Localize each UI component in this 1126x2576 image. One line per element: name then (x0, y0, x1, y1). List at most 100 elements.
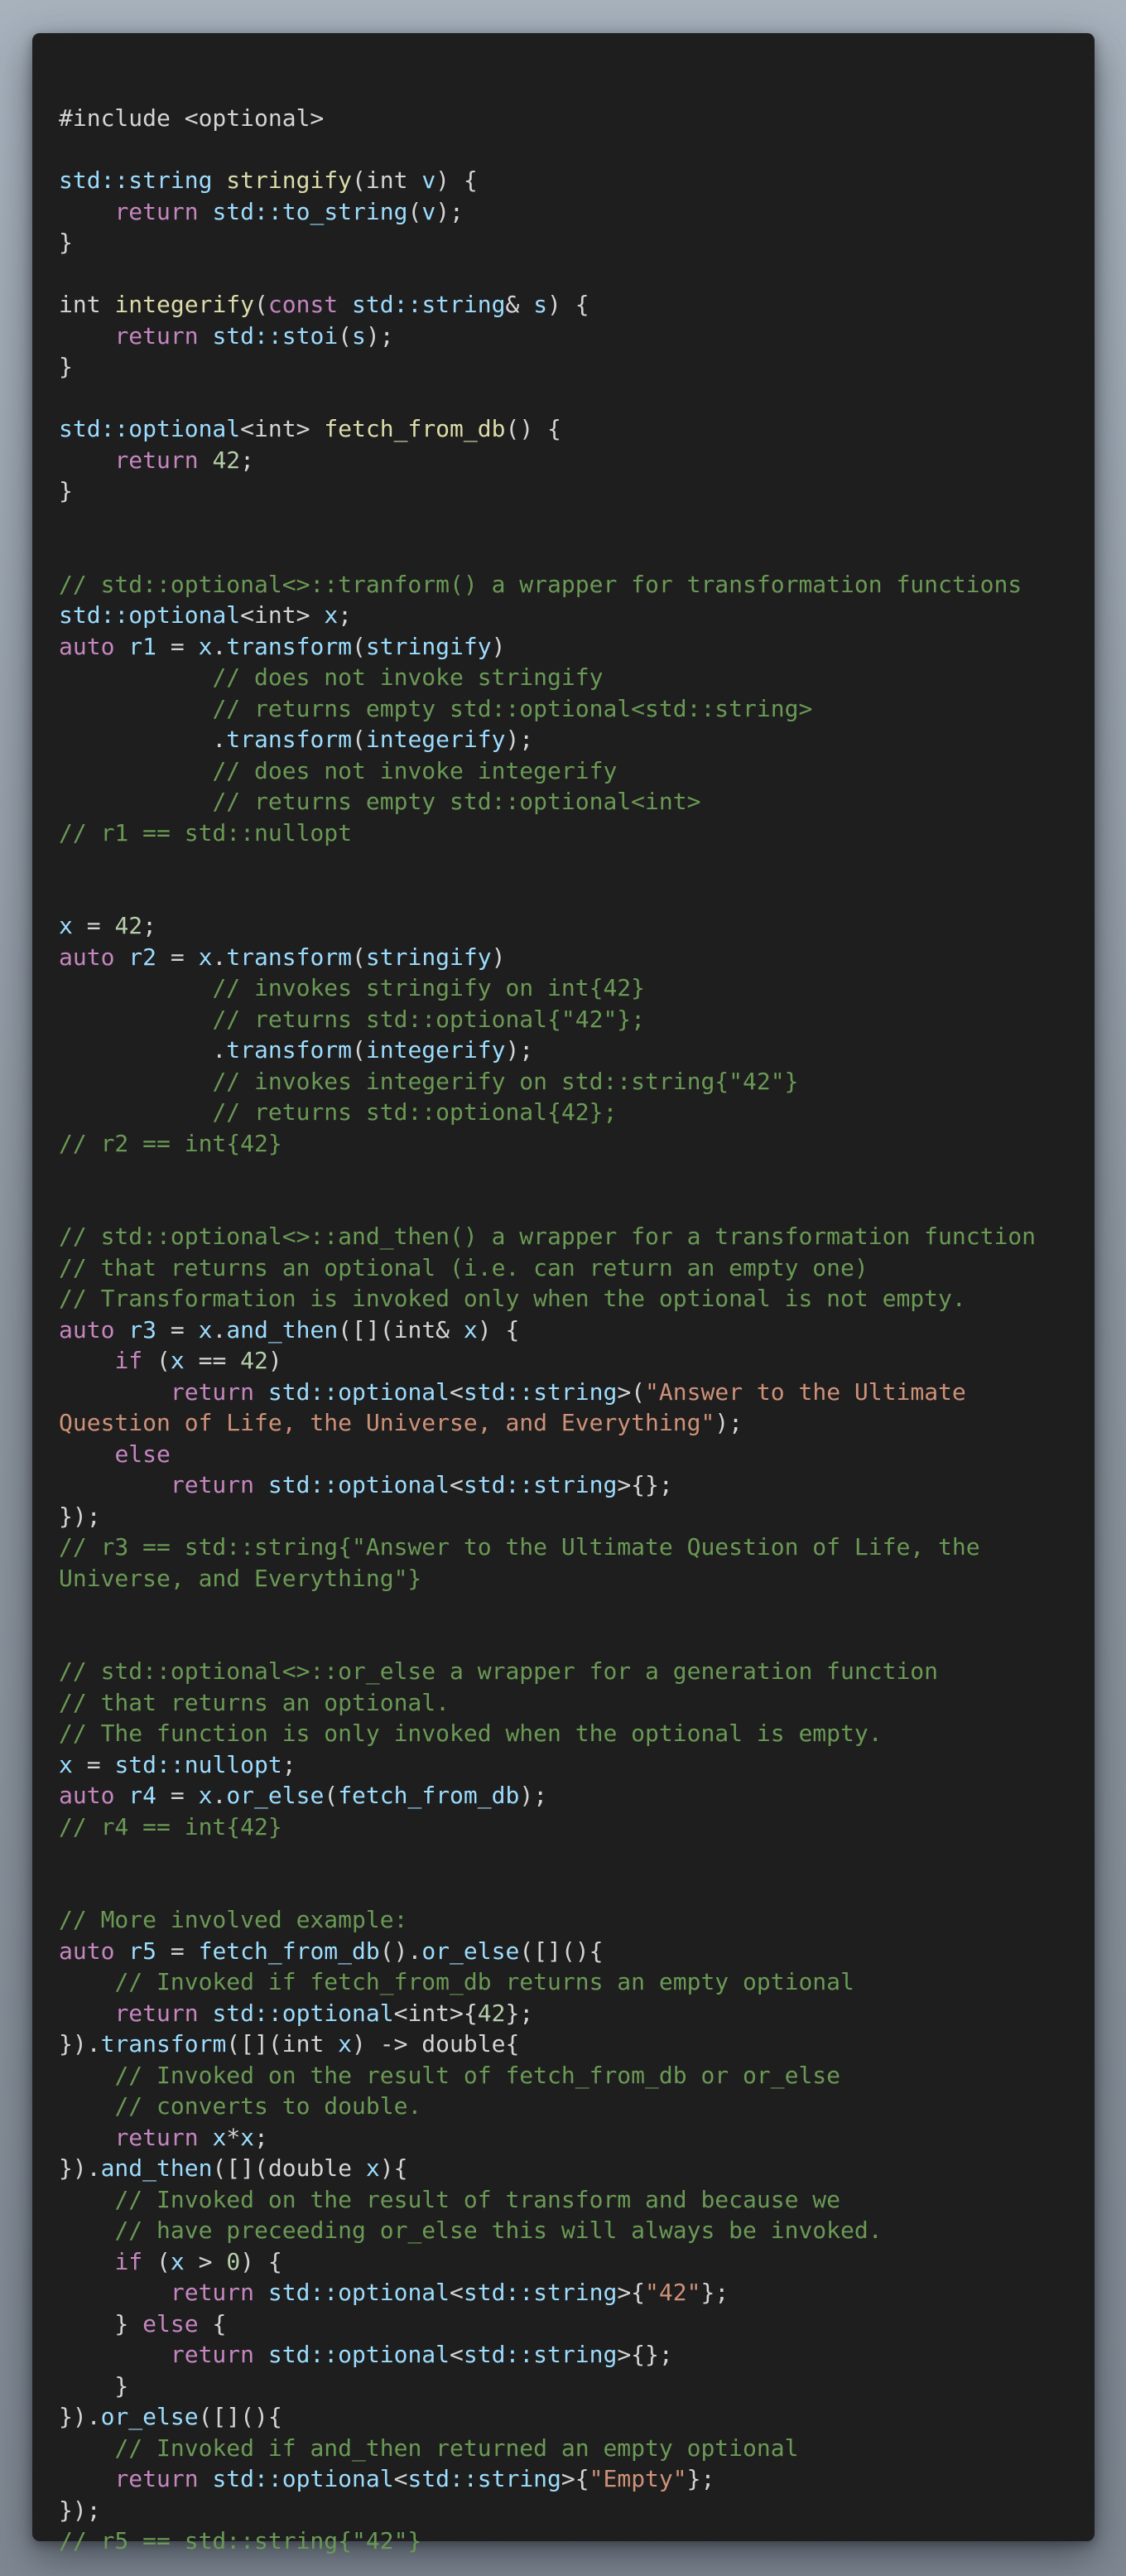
keyword-token: return (114, 2123, 199, 2151)
identifier-token: s (533, 291, 548, 318)
code-line: }).or_else([](){ (59, 2401, 1095, 2433)
comment-token: // does not invoke stringify (212, 663, 604, 691)
code-line: std::string stringify(int v) { (59, 165, 1095, 196)
code-text: = (156, 632, 199, 660)
code-text: } (59, 2371, 129, 2400)
code-text: = (156, 943, 199, 971)
code-text: ([](){ (519, 1937, 604, 1965)
code-line: } (59, 227, 1095, 258)
identifier-token: v (421, 166, 436, 194)
code-text: ; (282, 1750, 296, 1778)
identifier-token: r1 (128, 632, 157, 660)
code-line: return std::optional<std::string>{}; (59, 1469, 1095, 1501)
code-line: // converts to double. (59, 2091, 1095, 2122)
code-text: }; (686, 2465, 715, 2492)
code-line: } else { (59, 2308, 1095, 2340)
code-text: ) (491, 943, 506, 971)
keyword-token: if (114, 1347, 143, 1374)
keyword-token: return (114, 197, 199, 225)
code-text: ); (519, 1782, 548, 1809)
code-line: std::optional<int> fetch_from_db() { (59, 413, 1095, 445)
code-line: } (59, 2371, 1095, 2402)
code-text: int (59, 291, 115, 318)
identifier-token: x (365, 2154, 380, 2182)
code-line: auto r3 = x.and_then([](int& x) { (59, 1315, 1095, 1346)
keyword-token: return (170, 2279, 255, 2306)
comment-token: // returns empty std::optional<int> (212, 788, 701, 815)
code-text: ); (435, 197, 464, 225)
keyword-token: return (170, 1471, 255, 1498)
code-text: < (393, 2465, 408, 2492)
identifier-token: x (59, 912, 73, 939)
identifier-token: transform (226, 632, 353, 660)
keyword-token: auto (59, 1937, 115, 1965)
code-text: ( (142, 2247, 171, 2275)
code-line: Question of Life, the Universe, and Ever… (59, 1407, 1095, 1439)
code-text: == (184, 1347, 241, 1374)
identifier-token: r2 (128, 943, 157, 971)
code-text: <int>{ (393, 1999, 478, 2027)
identifier-token: fetch_from_db (338, 1782, 520, 1809)
identifier-token: s (352, 321, 366, 350)
code-text: } (59, 2309, 143, 2337)
code-text: ([](double (212, 2154, 366, 2182)
code-line: if (x > 0) { (59, 2246, 1095, 2278)
identifier-token: std::stoi (212, 321, 339, 350)
code-text: = (156, 1782, 199, 1809)
code-text: > (184, 2247, 227, 2275)
keyword-token: return (170, 2341, 255, 2368)
identifier-token: std::optional (267, 2279, 450, 2306)
code-line: // that returns an optional. (59, 1687, 1095, 1719)
code-line: return x*x; (59, 2122, 1095, 2154)
identifier-token: x (463, 1315, 478, 1343)
code-text: ); (505, 1036, 534, 1064)
comment-token: // converts to double. (114, 2092, 422, 2120)
keyword-token: const (267, 291, 339, 318)
function-name-token: integerify (114, 291, 255, 318)
code-line: return std::optional<int>{42}; (59, 1998, 1095, 2029)
code-line: x = std::nullopt; (59, 1749, 1095, 1781)
code-text: ( (142, 1347, 171, 1374)
identifier-token: x (212, 2123, 227, 2151)
code-text: ) (491, 632, 506, 660)
code-text: * (226, 2123, 241, 2151)
code-text: <int> (240, 415, 325, 442)
comment-token: // Transformation is invoked only when t… (59, 1285, 966, 1312)
identifier-token: stringify (365, 632, 492, 660)
comment-token: // std::optional<>::or_else a wrapper fo… (59, 1657, 939, 1685)
code-line: .transform(integerify); (59, 724, 1095, 755)
code-text: ; (142, 912, 157, 939)
code-text: . (212, 1315, 227, 1343)
comment-token: // r2 == int{42} (59, 1129, 282, 1157)
comment-token: // Invoked on the result of transform an… (114, 2185, 841, 2213)
code-line: return std::stoi(s); (59, 321, 1095, 352)
code-text: }); (59, 2496, 101, 2524)
code-line: // returns std::optional{42}; (59, 1097, 1095, 1128)
function-name-token: stringify (226, 166, 353, 194)
comment-token: // r3 == std::string{"Answer to the Ulti… (59, 1533, 980, 1561)
comment-token: // r4 == int{42} (59, 1812, 282, 1840)
code-line: .transform(integerify); (59, 1035, 1095, 1066)
code-line: x = 42; (59, 910, 1095, 942)
comment-token: // that returns an optional (i.e. can re… (59, 1253, 869, 1281)
